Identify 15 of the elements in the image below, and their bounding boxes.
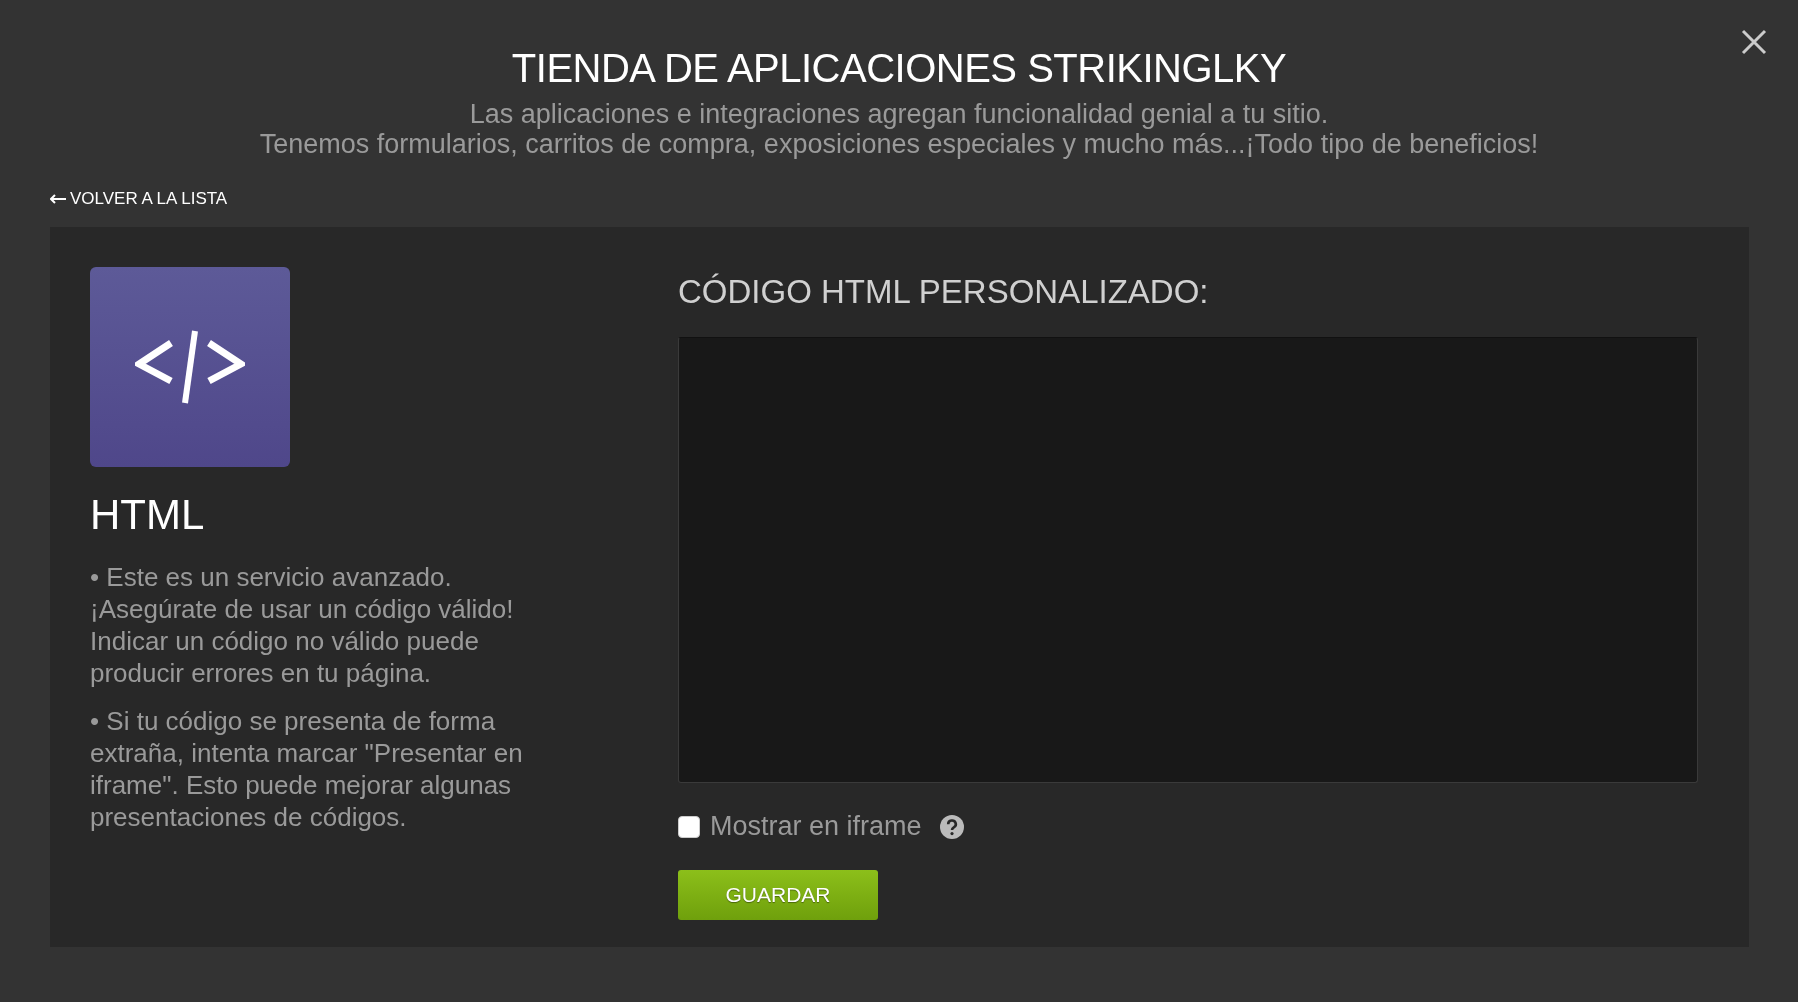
left-arrow-icon	[50, 194, 66, 204]
checkbox-label: Mostrar en iframe	[710, 811, 922, 842]
iframe-checkbox[interactable]	[678, 815, 700, 838]
note-text: • Si tu código se presenta de forma extraña, intenta marcar "Presentar en iframe". Esto puede mejorar algunas presentaciones de códigos.	[90, 705, 524, 833]
code-icon	[90, 267, 290, 467]
help-icon[interactable]	[939, 814, 964, 839]
back-link[interactable]: VOLVER A LA LISTA	[50, 189, 228, 209]
code-input-field[interactable]	[678, 337, 1698, 783]
subtitle-line: Las aplicaciones e integraciones agregan funcionalidad genial a tu sitio.	[469, 99, 1329, 129]
note-text: • Este es un servicio avanzado. ¡Asegúrate de usar un código válido! Indicar un código no válido puede producir errores en tu página.	[90, 561, 515, 689]
close-icon[interactable]	[1740, 28, 1768, 56]
app-name: HTML	[90, 491, 206, 539]
subtitle-line: Tenemos formularios, carritos de compra, exposiciones especiales y mucho más...¡Todo tipo de beneficios!	[259, 129, 1539, 159]
editor-heading: CÓDIGO HTML PERSONALIZADO:	[678, 273, 1210, 311]
dialog-title: TIENDA DE APLICACIONES STRIKINGLKY	[511, 46, 1287, 91]
